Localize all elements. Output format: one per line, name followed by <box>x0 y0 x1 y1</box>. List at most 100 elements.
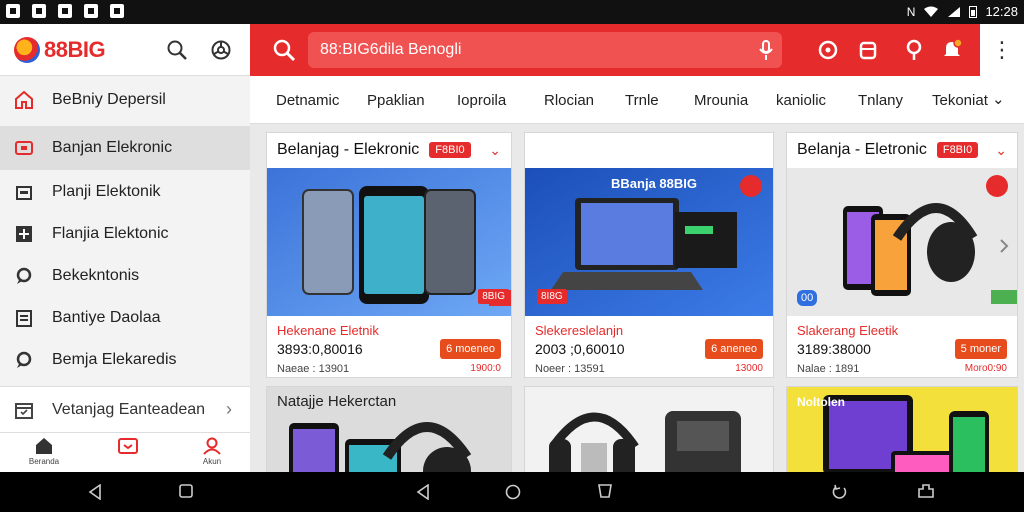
sidebar-item-calendar[interactable]: Vetanjag Eanteadean › <box>0 386 250 432</box>
scan-icon[interactable] <box>816 38 840 62</box>
category-tab[interactable]: Trnle <box>625 92 659 109</box>
search-bar[interactable] <box>308 32 782 68</box>
recents-icon[interactable] <box>179 484 193 498</box>
buy-button[interactable]: 5 moner <box>954 339 1007 359</box>
sidebar: 88BIG BeBniy Depersil Banjan Elekronic P… <box>0 24 250 472</box>
product-card[interactable]: Noltolen <box>786 386 1018 472</box>
chevron-down-icon[interactable]: ⌄ <box>992 90 1005 108</box>
more-options-icon[interactable]: ⋮ <box>980 24 1024 76</box>
category-tab[interactable]: Ioproila <box>457 92 506 109</box>
product-card[interactable]: Natajje Hekerctan <box>266 386 512 472</box>
category-tab[interactable]: Detnamic <box>276 92 339 109</box>
corner-badge: 8I8G <box>537 289 567 304</box>
product-price: 3893:0,80016 <box>277 341 363 357</box>
plus-icon <box>14 224 34 244</box>
product-meta: Noeer : 13591 <box>535 363 605 375</box>
sidebar-item-elektronik[interactable]: Banjan Elekronic <box>0 126 250 170</box>
buy-button[interactable]: 6 moeneo <box>440 339 501 359</box>
bell-icon[interactable] <box>940 38 964 62</box>
product-card[interactable]: Belanjag - Elekronic F8BI0 ⌄ 8BIG Hekena… <box>266 132 512 378</box>
search-icon[interactable] <box>166 39 188 61</box>
back-icon[interactable] <box>416 484 430 500</box>
product-card[interactable]: BBanja 88BIG 8I8G Slekereslelanjn 2003 ;… <box>524 132 774 378</box>
product-card[interactable] <box>524 386 774 472</box>
top-app-bar: ⋮ <box>250 24 1024 76</box>
product-image[interactable]: BBanja 88BIG 8I8G <box>525 168 773 316</box>
product-title: Hekenane Eletnik <box>277 323 379 338</box>
user-icon <box>203 437 221 455</box>
category-tab[interactable]: Ppaklian <box>367 92 425 109</box>
product-card[interactable]: Belanja - Eletronic F8BI0 ⌄ 00 Slakerang… <box>786 132 1018 378</box>
product-price: 2003 ;0,60010 <box>535 341 625 357</box>
bottom-nav-label: Beranda <box>28 457 60 466</box>
home-icon <box>14 90 34 110</box>
signal-icon <box>948 6 961 17</box>
product-grid: Belanjag - Elekronic F8BI0 ⌄ 8BIG Hekena… <box>250 124 1024 472</box>
card-header-title: Noltolen <box>797 395 845 409</box>
card-header: Belanja - Eletronic F8BI0 <box>787 133 1017 167</box>
microphone-icon[interactable] <box>754 38 778 62</box>
category-tab[interactable]: Mrounia <box>694 92 748 109</box>
notification-icons <box>6 4 124 18</box>
sidebar-item-label: Vetanjag Eanteadean <box>52 400 206 418</box>
product-meta: Naeae : 13901 <box>277 363 350 375</box>
sidebar-item-orders[interactable]: Bantiye Daolaa <box>0 296 250 340</box>
keyboard-icon[interactable] <box>918 484 934 498</box>
chat-icon <box>14 350 34 370</box>
tv-icon <box>14 138 34 158</box>
search-input[interactable] <box>320 41 740 59</box>
category-tab[interactable]: Tekoniat <box>932 92 988 109</box>
bottom-nav: Beranda Akun <box>0 432 250 472</box>
sidebar-item-home[interactable]: BeBniy Depersil <box>0 78 250 122</box>
card-header-title: Natajje Hekerctan <box>277 393 397 410</box>
home-icon <box>36 438 52 454</box>
store-icon <box>14 182 34 202</box>
product-sold: Moro0:90 <box>964 363 1007 374</box>
card-header-title: Belanjag - Elekronic <box>277 141 420 158</box>
system-icons: N 12:28 <box>907 4 1018 19</box>
search-icon[interactable] <box>272 38 296 62</box>
product-sold: 13000 <box>735 363 763 374</box>
category-tab[interactable]: Tnlany <box>858 92 903 109</box>
bottom-nav-label: Akun <box>202 457 222 466</box>
settings-icon[interactable] <box>210 39 232 61</box>
product-title: Slakerang Eleetik <box>797 323 899 338</box>
product-image[interactable] <box>525 387 773 472</box>
buy-button[interactable]: 6 aneneo <box>705 339 763 359</box>
tv-icon <box>118 438 138 454</box>
cart-icon[interactable] <box>856 38 880 62</box>
chevron-down-icon[interactable]: ⌄ <box>995 142 1007 159</box>
back-icon[interactable] <box>88 484 102 500</box>
sidebar-item-messages[interactable]: Bemja Elekaredis <box>0 338 250 382</box>
sidebar-item-label: Planji Elektonik <box>52 183 161 200</box>
bottom-nav-tv[interactable] <box>98 437 158 457</box>
category-tab[interactable]: kaniolic <box>776 92 826 109</box>
sidebar-item-add[interactable]: Flanjia Elektonic <box>0 212 250 256</box>
sidebar-item-store[interactable]: Planji Elektonik <box>0 170 250 214</box>
notification-icon <box>6 4 20 18</box>
chevron-down-icon[interactable]: ⌄ <box>489 142 501 159</box>
product-meta: Nalae : 1891 <box>797 363 860 375</box>
recents-icon[interactable] <box>597 484 613 498</box>
product-image[interactable]: 00 <box>787 168 1017 316</box>
battery-icon <box>969 6 978 18</box>
home-circle-icon[interactable] <box>505 484 521 500</box>
notification-icon <box>110 4 124 18</box>
rotate-icon[interactable] <box>832 484 848 500</box>
location-icon[interactable] <box>902 38 926 62</box>
clock: 12:28 <box>985 4 1018 19</box>
bottom-nav-account[interactable]: Akun <box>182 437 242 466</box>
sidebar-item-label: Flanjia Elektonic <box>52 225 169 242</box>
product-image[interactable]: 8BIG <box>267 168 511 316</box>
clipboard-icon <box>14 308 34 328</box>
sidebar-item-label: Bemja Elekaredis <box>52 351 177 368</box>
brand-logo[interactable]: 88BIG <box>44 37 106 63</box>
sidebar-item-label: Banjan Elekronic <box>52 139 173 156</box>
nfc-icon: N <box>906 4 916 19</box>
bottom-nav-home[interactable]: Beranda <box>14 437 74 466</box>
system-nav-bar <box>0 472 1024 512</box>
logo-icon <box>14 36 40 63</box>
category-tab[interactable]: Rlocian <box>544 92 594 109</box>
sidebar-item-chat[interactable]: Bekekntonis <box>0 254 250 298</box>
image-overlay-text: BBanja 88BIG <box>611 176 697 191</box>
